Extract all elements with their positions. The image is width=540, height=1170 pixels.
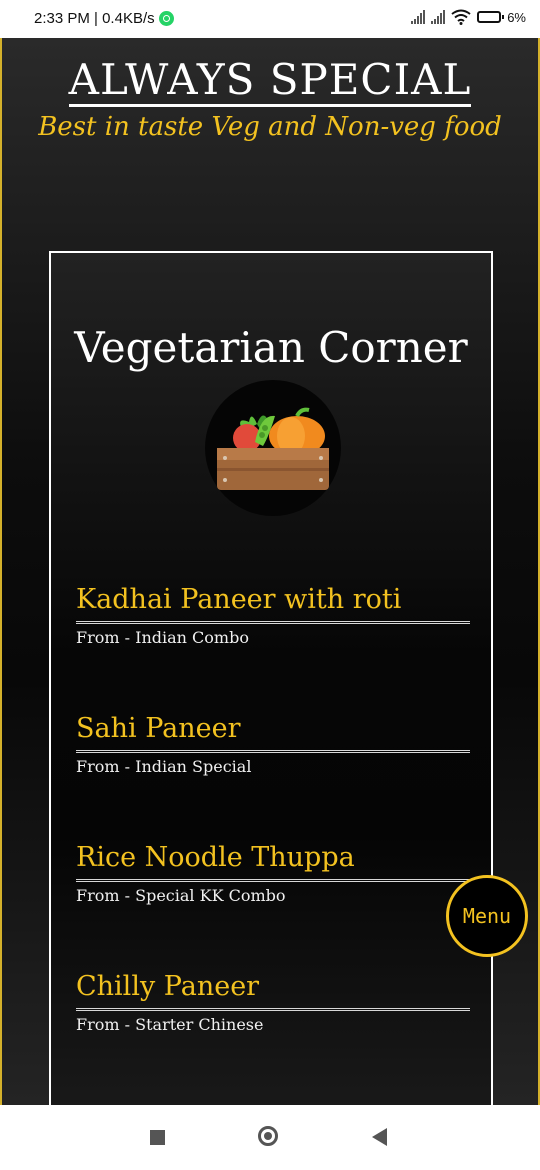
menu-item[interactable]: Kadhai Paneer with roti From - Indian Co… xyxy=(76,583,470,647)
item-name: Sahi Paneer xyxy=(76,712,470,753)
whatsapp-icon xyxy=(158,11,174,26)
status-time: 2:33 PM | 0.4KB/s xyxy=(34,10,155,27)
menu-card: Vegetarian Corner Kadhai Paneer with rot… xyxy=(49,251,493,1105)
status-left: 2:33 PM | 0.4KB/s xyxy=(34,10,174,27)
menu-item[interactable]: Sahi Paneer From - Indian Special xyxy=(76,712,470,776)
brand-title: ALWAYS SPECIAL xyxy=(2,55,538,107)
vegetable-crate-icon xyxy=(205,380,341,516)
app-screen: ALWAYS SPECIAL Best in taste Veg and Non… xyxy=(0,38,540,1105)
item-name: Kadhai Paneer with roti xyxy=(76,583,470,624)
signal-icon xyxy=(411,10,426,24)
menu-item[interactable]: Rice Noodle Thuppa From - Special KK Com… xyxy=(76,841,470,905)
item-name: Chilly Paneer xyxy=(76,970,470,1011)
status-right: 6% xyxy=(411,9,526,25)
home-icon[interactable] xyxy=(258,1126,278,1146)
menu-item[interactable]: Chilly Paneer From - Starter Chinese xyxy=(76,970,470,1034)
item-source: From - Indian Special xyxy=(76,757,252,776)
item-source: From - Starter Chinese xyxy=(76,1015,264,1034)
item-source: From - Indian Combo xyxy=(76,628,249,647)
battery-icon xyxy=(477,11,505,23)
menu-button[interactable]: Menu xyxy=(446,875,528,957)
recent-apps-icon[interactable] xyxy=(150,1130,165,1145)
signal-icon-2 xyxy=(431,10,446,24)
battery-percent: 6% xyxy=(507,9,526,25)
item-source: From - Special KK Combo xyxy=(76,886,286,905)
status-bar: 2:33 PM | 0.4KB/s 6% xyxy=(0,0,540,38)
navigation-bar xyxy=(0,1105,540,1170)
tagline: Best in taste Veg and Non-veg food xyxy=(38,112,502,142)
back-icon[interactable] xyxy=(372,1128,387,1146)
brand-title-text: ALWAYS SPECIAL xyxy=(68,55,472,107)
section-title: Vegetarian Corner xyxy=(74,323,468,372)
item-name: Rice Noodle Thuppa xyxy=(76,841,470,882)
wifi-icon xyxy=(451,9,471,25)
